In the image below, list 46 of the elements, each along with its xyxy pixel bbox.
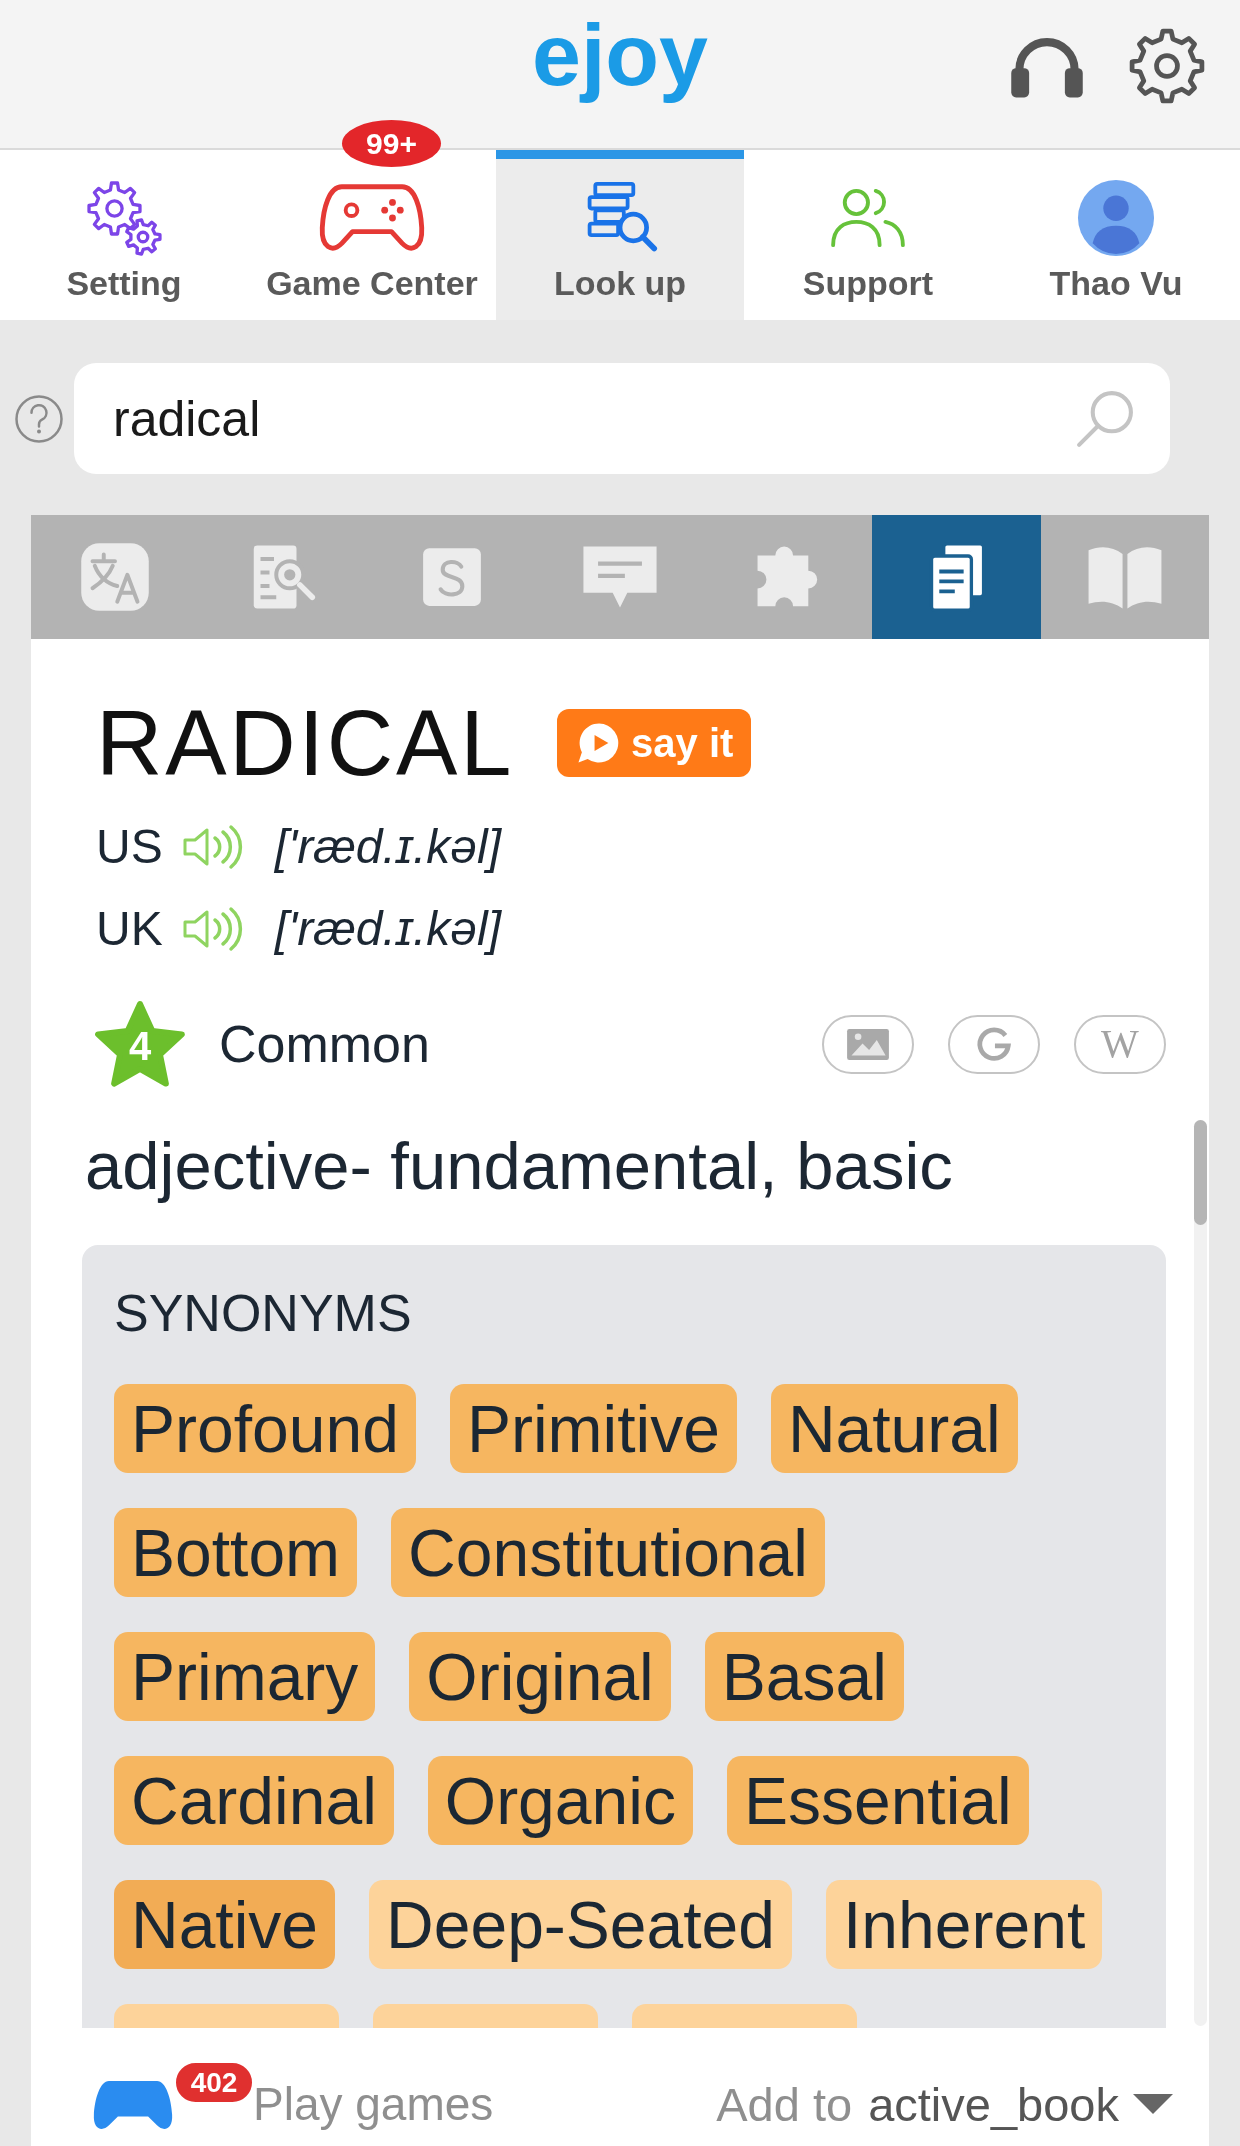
scrollbar-thumb[interactable] (1194, 1120, 1207, 1225)
caret-icon (1133, 2094, 1173, 2114)
synonym-chip[interactable]: Organic (427, 1756, 693, 1845)
people-icon (829, 187, 907, 249)
synonyms-heading: SYNONYMS (114, 1287, 413, 1339)
region-label: US (96, 819, 163, 875)
google-search-button[interactable] (948, 1014, 1040, 1074)
scrollbar-track[interactable] (1194, 1120, 1207, 2026)
search-button[interactable] (1040, 363, 1170, 474)
synonym-chip[interactable]: Deep-Seated (369, 1880, 793, 1969)
phonetic-text: ['ræd.ɪ.kəl] (274, 901, 501, 957)
tool-tab[interactable] (872, 515, 1041, 639)
nav-tab[interactable]: Look up (496, 150, 744, 320)
google-icon (975, 1025, 1013, 1063)
headword: RADICAL (96, 697, 515, 789)
help-icon[interactable] (14, 393, 64, 444)
synonym-chip[interactable]: Inherent (826, 1880, 1103, 1969)
rank-number: 4 (127, 1024, 153, 1068)
book-dropdown[interactable]: active_book (868, 2080, 1173, 2128)
synonym-chip[interactable]: Profound (114, 1384, 416, 1473)
synonym-chip[interactable]: Original (409, 1632, 671, 1721)
ejoy-logo: ejoy (531, 4, 709, 106)
frequency-label: Common (219, 1014, 430, 1075)
image-icon (846, 1027, 890, 1061)
synonym-chip[interactable]: Cardinal (114, 1756, 394, 1845)
add-to-label: Add to (716, 2080, 853, 2128)
avatar-icon[interactable] (1077, 179, 1155, 257)
translate-icon (79, 541, 152, 613)
synonym-chip[interactable]: Primary (114, 1632, 376, 1721)
search-icon (1075, 388, 1135, 449)
synonym-chip[interactable]: Basal (704, 1632, 904, 1721)
definition-text: adjective- fundamental, basic (85, 1127, 954, 1205)
count-badge: 402 (173, 2060, 255, 2105)
star-icon (92, 998, 188, 1090)
gears-icon (86, 178, 162, 258)
synonym-chip[interactable]: Primitive (449, 1384, 737, 1473)
image-search-button[interactable] (822, 1014, 914, 1074)
synonym-chip[interactable]: Bottom (114, 1508, 358, 1597)
synonym-chip[interactable]: Native (114, 1880, 336, 1969)
region-label: UK (96, 901, 163, 957)
phonetic-text: ['ræd.ɪ.kəl] (274, 819, 501, 875)
synonym-chip[interactable]: Constitutional (391, 1508, 825, 1597)
settings-icon[interactable] (1129, 28, 1205, 104)
synonym-chip[interactable]: Essential (726, 1756, 1029, 1845)
search-field[interactable]: radical (74, 363, 1040, 474)
synonym-chip[interactable]: Natural (770, 1384, 1018, 1473)
